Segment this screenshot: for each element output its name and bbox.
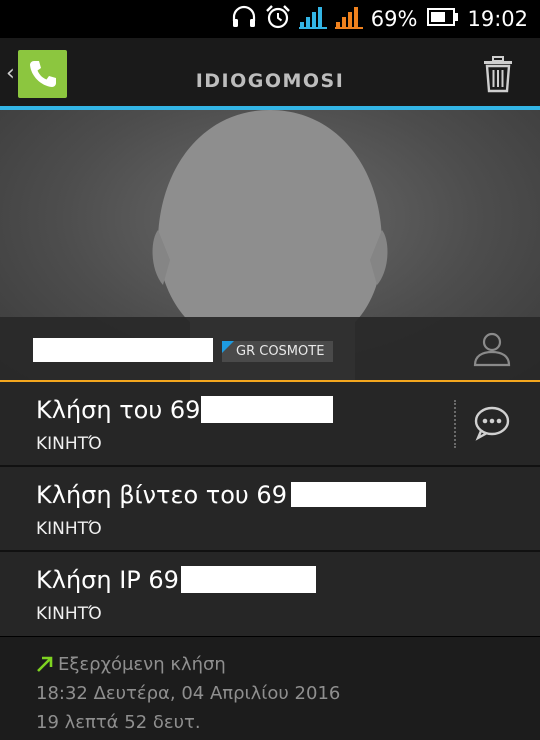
trash-icon[interactable] <box>480 56 516 98</box>
call-type: ΚΙΝΗΤΌ <box>36 434 102 454</box>
battery-icon <box>427 7 459 31</box>
phone-number-redacted <box>181 566 316 593</box>
row-divider <box>454 400 456 448</box>
battery-percent: 69% <box>370 7 418 31</box>
call-log-duration: 19 λεπτά 52 δευτ. <box>36 712 201 733</box>
person-icon[interactable] <box>472 330 512 372</box>
call-log-type: Εξερχόμενη κλήση <box>58 654 226 675</box>
phone-number-redacted <box>201 396 333 423</box>
carrier-badge-corner <box>222 341 234 353</box>
ip-call-label: Κλήση IP 69 <box>36 566 179 594</box>
video-call-type: ΚΙΝΗΤΌ <box>36 519 102 539</box>
message-icon[interactable] <box>473 405 511 445</box>
clock: 19:02 <box>467 7 528 31</box>
signal-icon <box>298 5 327 33</box>
video-call-label: Κλήση βίντεο του 69 <box>36 481 287 509</box>
contact-name-redacted <box>33 338 213 362</box>
page-title: IDIOGOMOSI <box>195 70 345 92</box>
status-bar: 69% 19:02 <box>0 0 540 38</box>
call-label: Κλήση του 69 <box>36 396 201 424</box>
headset-icon <box>231 5 257 33</box>
signal-icon <box>334 5 363 33</box>
alarm-icon <box>265 4 291 34</box>
outgoing-arrow-icon <box>36 655 54 677</box>
ip-call-type: ΚΙΝΗΤΌ <box>36 604 102 624</box>
phone-number-redacted <box>291 482 426 507</box>
carrier-label: GR COSMOTE <box>236 344 325 359</box>
call-log-datetime: 18:32 Δευτέρα, 04 Απριλίου 2016 <box>36 683 341 704</box>
